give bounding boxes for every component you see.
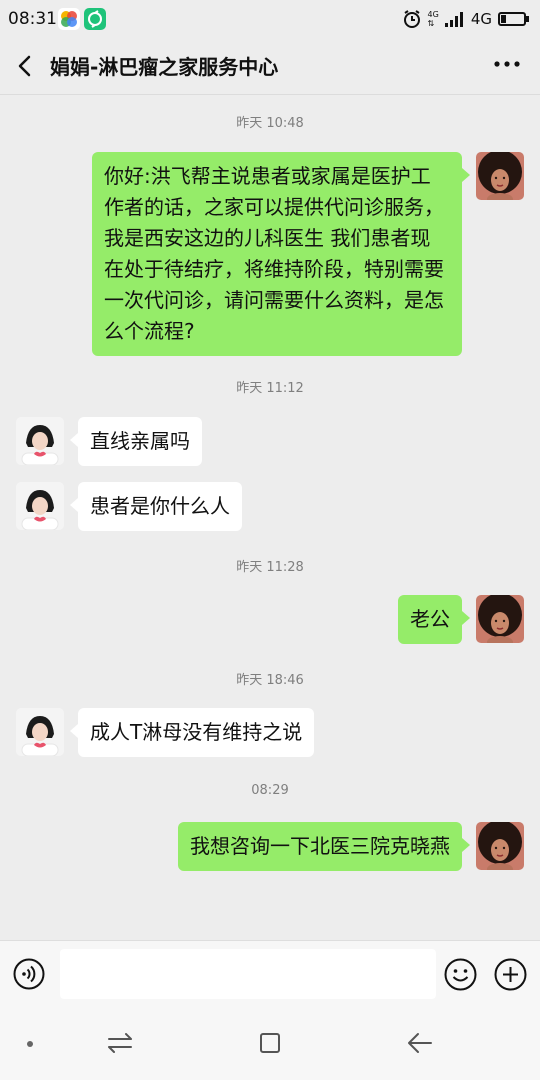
bubble-tail — [462, 838, 470, 852]
back-nav-icon[interactable] — [406, 1031, 434, 1055]
swap-apps-icon[interactable] — [106, 1031, 134, 1055]
received-message[interactable]: 成人T淋母没有维持之说 — [78, 708, 315, 757]
sent-message[interactable]: 老公 — [398, 595, 462, 644]
network-label: 4G — [470, 10, 492, 28]
photos-app-icon — [58, 8, 80, 30]
chat-title: 娟娟-淋巴瘤之家服务中心 — [50, 55, 279, 79]
sent-message[interactable]: 我想咨询一下北医三院克晓燕 — [178, 822, 462, 871]
bubble-tail — [70, 498, 78, 512]
battery-icon — [498, 12, 529, 26]
bubble-tail — [70, 724, 78, 738]
bubble-tail — [70, 433, 78, 447]
clock: 08:31 — [8, 9, 57, 29]
self-avatar[interactable] — [476, 152, 524, 200]
message-input[interactable] — [60, 949, 436, 999]
chat-area[interactable]: 昨天 10:48 你好:洪飞帮主说患者或家属是医护工作者的话，之家可以提供代问诊… — [0, 95, 540, 940]
message-timestamp: 08:29 — [251, 783, 289, 798]
received-message[interactable]: 患者是你什么人 — [78, 482, 242, 531]
emoji-icon[interactable] — [444, 958, 477, 991]
sync-app-icon — [84, 8, 106, 30]
contact-avatar[interactable] — [16, 708, 64, 756]
more-functions-icon[interactable] — [494, 958, 527, 991]
more-options-icon[interactable] — [492, 52, 522, 76]
bubble-tail — [462, 611, 470, 625]
message-timestamp: 昨天 11:12 — [236, 381, 304, 396]
received-message[interactable]: 直线亲属吗 — [78, 417, 202, 466]
self-avatar[interactable] — [476, 595, 524, 643]
home-icon[interactable] — [258, 1031, 282, 1055]
bubble-tail — [462, 168, 470, 182]
status-indicators: 4G ⇅ 4G — [402, 8, 530, 30]
alarm-icon — [403, 10, 420, 28]
self-avatar[interactable] — [476, 822, 524, 870]
status-bar: 08:31 4G ⇅ 4G — [0, 0, 540, 38]
nav-dot-icon[interactable] — [25, 1039, 35, 1049]
chat-header: 娟娟-淋巴瘤之家服务中心 — [0, 38, 540, 95]
contact-avatar[interactable] — [16, 482, 64, 530]
message-timestamp: 昨天 18:46 — [236, 673, 304, 688]
signal-icon — [444, 12, 463, 27]
network-small-label: 4G ⇅ — [427, 10, 439, 28]
contact-avatar[interactable] — [16, 417, 64, 465]
message-timestamp: 昨天 10:48 — [236, 116, 304, 131]
message-timestamp: 昨天 11:28 — [236, 560, 304, 575]
system-nav-bar — [0, 1007, 540, 1080]
voice-input-icon[interactable] — [13, 958, 45, 990]
sent-message[interactable]: 你好:洪飞帮主说患者或家属是医护工作者的话，之家可以提供代问诊服务，我是西安这边… — [92, 152, 462, 356]
input-bar — [0, 940, 540, 1007]
back-icon[interactable] — [14, 54, 38, 78]
